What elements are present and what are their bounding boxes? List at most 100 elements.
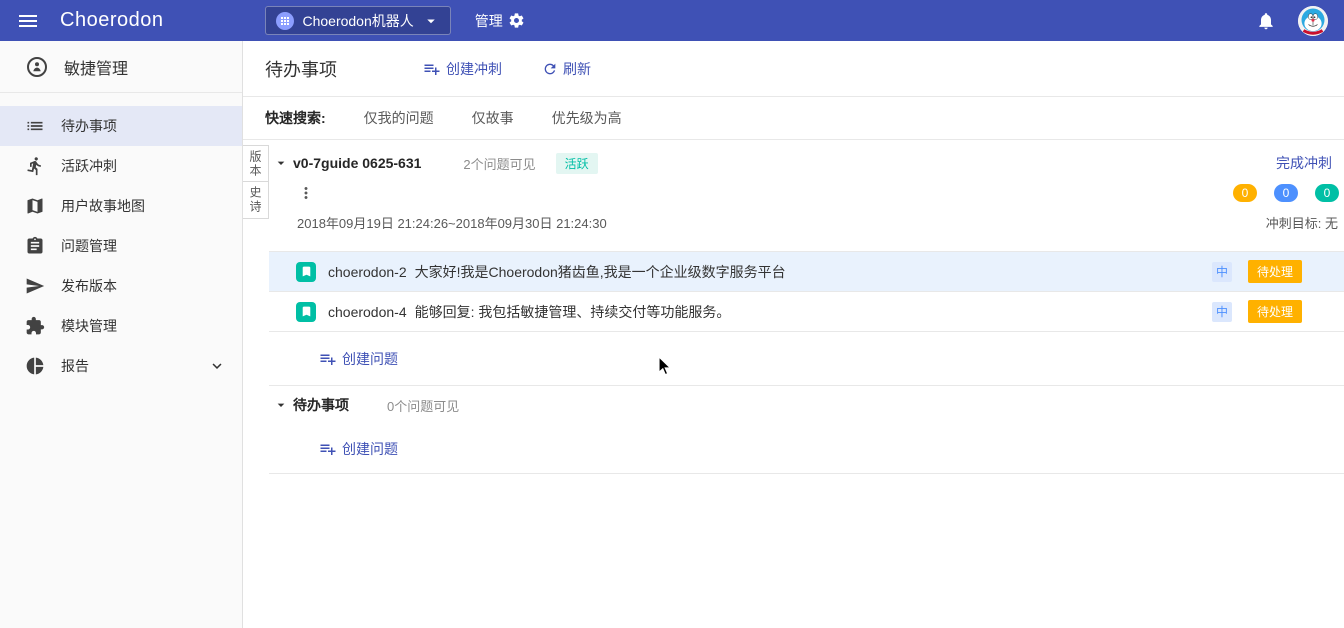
assignment-icon: [25, 236, 45, 256]
project-selector-label: Choerodon机器人: [302, 11, 413, 31]
refresh-label: 刷新: [563, 59, 591, 79]
create-issue-label: 创建问题: [342, 349, 398, 369]
create-sprint-button[interactable]: 创建冲刺: [423, 59, 502, 79]
backlog-board: v0-7guide 0625-631 2个问题可见 活跃 完成冲刺 0 0 0: [269, 140, 1344, 628]
backlog-content: 版本 史诗 v0-7guide 0625-631 2个问题可见 活跃 完成冲刺: [243, 140, 1344, 628]
priority-badge[interactable]: 中: [1212, 302, 1232, 322]
manage-label: 管理: [475, 11, 503, 31]
filter-only-my-issues[interactable]: 仅我的问题: [364, 108, 434, 128]
count-badge-todo: 0: [1233, 184, 1257, 202]
refresh-button[interactable]: 刷新: [542, 59, 591, 79]
count-badge-done: 0: [1315, 184, 1339, 202]
tab-version[interactable]: 版本: [243, 145, 269, 182]
main-content: 待办事项 创建冲刺 刷新 快速搜索: 仅我的问题 仅故事 优先级为高 版本 史诗: [243, 41, 1344, 628]
sidebar-item-label: 活跃冲刺: [61, 156, 117, 176]
create-sprint-label: 创建冲刺: [446, 59, 502, 79]
sidebar-nav: 待办事项 活跃冲刺 用户故事地图 问题管理 发布版本 模块管理: [0, 93, 242, 386]
filter-high-priority[interactable]: 优先级为高: [552, 108, 622, 128]
backlog-visible-count: 0个问题可见: [387, 396, 459, 415]
sidebar-header: 敏捷管理: [0, 41, 242, 93]
count-badge-doing: 0: [1274, 184, 1298, 202]
issue-meta: 中 待处理: [1212, 300, 1302, 323]
playlist-add-icon: [423, 60, 441, 78]
sprint-toolbar-row: 0 0 0: [269, 179, 1344, 207]
playlist-add-icon: [319, 440, 337, 458]
create-issue-button[interactable]: 创建问题: [319, 349, 398, 369]
backlog-name: 待办事项: [293, 395, 349, 415]
playlist-add-icon: [319, 350, 337, 368]
page-header: 待办事项 创建冲刺 刷新: [243, 41, 1344, 97]
quick-search-label: 快速搜索:: [265, 108, 326, 128]
app-logo: Choerodon: [60, 9, 163, 32]
create-issue-row: 创建问题: [269, 424, 1344, 474]
collapse-triangle-icon[interactable]: [273, 397, 289, 413]
complete-sprint-button[interactable]: 完成冲刺: [1276, 153, 1332, 173]
sprint-header-row: v0-7guide 0625-631 2个问题可见 活跃 完成冲刺: [269, 147, 1344, 179]
issue-summary: 能够回复: 我包括敏捷管理、持续交付等功能服务。: [415, 302, 731, 322]
sidebar-item-story-map[interactable]: 用户故事地图: [0, 186, 242, 226]
quick-search-bar: 快速搜索: 仅我的问题 仅故事 优先级为高: [243, 97, 1344, 140]
sprint-issue-list: choerodon-2 大家好!我是Choerodon猪齿鱼,我是一个企业级数字…: [269, 251, 1344, 332]
manage-menu[interactable]: 管理: [475, 11, 525, 31]
backlog-header-row: 待办事项 0个问题可见: [269, 386, 1344, 424]
topbar-right: [1256, 6, 1328, 36]
filter-only-stories[interactable]: 仅故事: [472, 108, 514, 128]
more-vert-icon[interactable]: [297, 184, 315, 202]
sidebar-item-release[interactable]: 发布版本: [0, 266, 242, 306]
chevron-down-icon: [208, 357, 226, 375]
story-icon: [296, 302, 316, 322]
status-badge[interactable]: 待处理: [1248, 260, 1302, 283]
sidebar-item-label: 报告: [61, 356, 89, 376]
page-title: 待办事项: [265, 56, 337, 82]
list-icon: [25, 116, 45, 136]
issue-row[interactable]: choerodon-2 大家好!我是Choerodon猪齿鱼,我是一个企业级数字…: [269, 252, 1344, 292]
create-issue-row: 创建问题: [269, 332, 1344, 386]
sidebar-item-label: 发布版本: [61, 276, 117, 296]
sidebar-title: 敏捷管理: [64, 55, 128, 79]
project-avatar-icon: [276, 12, 294, 30]
avatar[interactable]: [1298, 6, 1328, 36]
issue-key: choerodon-2: [328, 264, 407, 280]
story-icon: [296, 262, 316, 282]
collapse-triangle-icon[interactable]: [273, 155, 289, 171]
sprint-name: v0-7guide 0625-631: [293, 155, 421, 171]
chevron-down-icon: [422, 12, 440, 30]
sprint-date-row: 2018年09月19日 21:24:26~2018年09月30日 21:24:3…: [269, 207, 1344, 237]
sidebar-item-backlog[interactable]: 待办事项: [0, 106, 242, 146]
issue-key: choerodon-4: [328, 304, 407, 320]
create-issue-button[interactable]: 创建问题: [319, 439, 398, 459]
sprint-status-badge: 活跃: [556, 153, 598, 174]
agile-icon: [25, 55, 49, 79]
sidebar-item-label: 模块管理: [61, 316, 117, 336]
project-selector[interactable]: Choerodon机器人: [265, 6, 450, 35]
sidebar-item-module[interactable]: 模块管理: [0, 306, 242, 346]
priority-badge[interactable]: 中: [1212, 262, 1232, 282]
menu-icon[interactable]: [12, 5, 44, 37]
run-icon: [25, 156, 45, 176]
chart-icon: [25, 356, 45, 376]
sidebar-item-issue-manage[interactable]: 问题管理: [0, 226, 242, 266]
issue-row[interactable]: choerodon-4 能够回复: 我包括敏捷管理、持续交付等功能服务。 中 待…: [269, 292, 1344, 332]
tab-epic[interactable]: 史诗: [243, 182, 269, 219]
side-panel-tabs: 版本 史诗: [243, 140, 269, 628]
sidebar-item-label: 问题管理: [61, 236, 117, 256]
create-issue-label: 创建问题: [342, 439, 398, 459]
sprint-date-range: 2018年09月19日 21:24:26~2018年09月30日 21:24:3…: [297, 213, 607, 232]
issue-summary: 大家好!我是Choerodon猪齿鱼,我是一个企业级数字服务平台: [415, 262, 786, 282]
bell-icon[interactable]: [1256, 11, 1276, 31]
gear-icon: [508, 12, 525, 29]
top-bar: Choerodon Choerodon机器人 管理: [0, 0, 1344, 41]
sidebar: 敏捷管理 待办事项 活跃冲刺 用户故事地图 问题管理 发布版本: [0, 41, 243, 628]
module-icon: [25, 316, 45, 336]
issue-meta: 中 待处理: [1212, 260, 1302, 283]
send-icon: [25, 276, 45, 296]
story-point-counters: 0 0 0: [1233, 184, 1339, 202]
backlog-section: 待办事项 0个问题可见 创建问题: [269, 386, 1344, 474]
sprint-section: v0-7guide 0625-631 2个问题可见 活跃 完成冲刺 0 0 0: [269, 147, 1344, 386]
sprint-visible-count: 2个问题可见: [463, 154, 535, 173]
sidebar-item-active-sprint[interactable]: 活跃冲刺: [0, 146, 242, 186]
sidebar-item-report[interactable]: 报告: [0, 346, 242, 386]
map-icon: [25, 196, 45, 216]
refresh-icon: [542, 61, 558, 77]
status-badge[interactable]: 待处理: [1248, 300, 1302, 323]
